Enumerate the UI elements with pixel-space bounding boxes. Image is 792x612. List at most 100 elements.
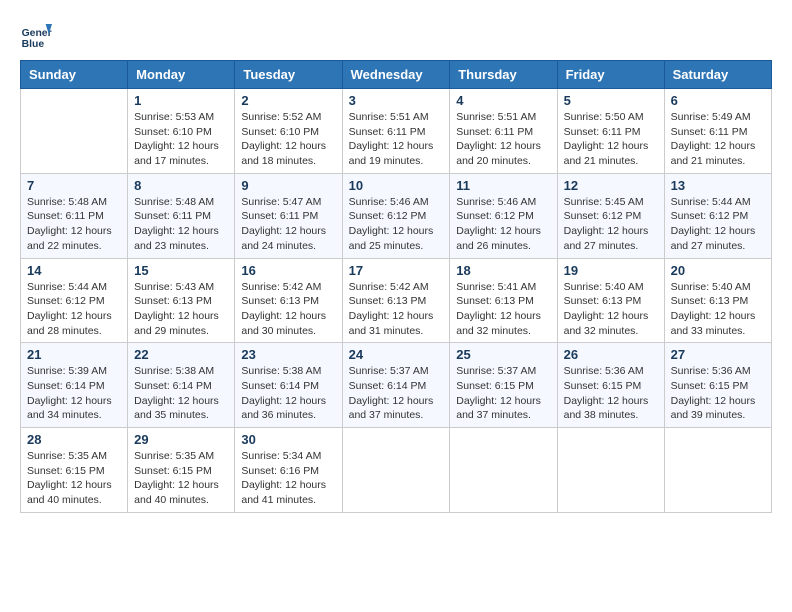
day-number: 24 [349,347,444,362]
day-info: Sunrise: 5:43 AMSunset: 6:13 PMDaylight:… [134,281,219,337]
calendar-cell: 11Sunrise: 5:46 AMSunset: 6:12 PMDayligh… [450,173,557,258]
calendar-week-row: 28 Sunrise: 5:35 AMSunset: 6:15 PMDayligh… [21,428,772,513]
day-info: Sunrise: 5:37 AMSunset: 6:15 PMDaylight:… [456,365,541,421]
day-number: 1 [134,93,228,108]
day-info: Sunrise: 5:51 AMSunset: 6:11 PMDaylight:… [349,111,434,167]
day-info: Sunrise: 5:53 AMSunset: 6:10 PMDaylight:… [134,111,219,167]
calendar-cell: 22 Sunrise: 5:38 AMSunset: 6:14 PMDayligh… [128,343,235,428]
calendar-cell: 17 Sunrise: 5:42 AMSunset: 6:13 PMDayligh… [342,258,450,343]
calendar-cell [342,428,450,513]
calendar-cell: 5Sunrise: 5:50 AMSunset: 6:11 PMDaylight… [557,89,664,174]
calendar-cell: 30 Sunrise: 5:34 AMSunset: 6:16 PMDayligh… [235,428,342,513]
calendar-cell: 15 Sunrise: 5:43 AMSunset: 6:13 PMDayligh… [128,258,235,343]
day-info: Sunrise: 5:38 AMSunset: 6:14 PMDaylight:… [134,365,219,421]
calendar-cell: 6 Sunrise: 5:49 AMSunset: 6:11 PMDaylight… [664,89,771,174]
calendar-cell: 8 Sunrise: 5:48 AMSunset: 6:11 PMDaylight… [128,173,235,258]
calendar-week-row: 14Sunrise: 5:44 AMSunset: 6:12 PMDayligh… [21,258,772,343]
day-number: 29 [134,432,228,447]
day-number: 17 [349,263,444,278]
day-info: Sunrise: 5:39 AMSunset: 6:14 PMDaylight:… [27,365,112,421]
calendar-cell: 4 Sunrise: 5:51 AMSunset: 6:11 PMDaylight… [450,89,557,174]
calendar-cell: 7 Sunrise: 5:48 AMSunset: 6:11 PMDaylight… [21,173,128,258]
day-number: 2 [241,93,335,108]
calendar-week-row: 7 Sunrise: 5:48 AMSunset: 6:11 PMDaylight… [21,173,772,258]
calendar-table: SundayMondayTuesdayWednesdayThursdayFrid… [20,60,772,513]
calendar-cell: 21 Sunrise: 5:39 AMSunset: 6:14 PMDayligh… [21,343,128,428]
calendar-cell: 25 Sunrise: 5:37 AMSunset: 6:15 PMDayligh… [450,343,557,428]
day-info: Sunrise: 5:44 AMSunset: 6:12 PMDaylight:… [27,281,112,337]
day-info: Sunrise: 5:34 AMSunset: 6:16 PMDaylight:… [241,450,326,506]
day-number: 15 [134,263,228,278]
calendar-cell: 20Sunrise: 5:40 AMSunset: 6:13 PMDayligh… [664,258,771,343]
day-number: 26 [564,347,658,362]
day-number: 28 [27,432,121,447]
header-wednesday: Wednesday [342,61,450,89]
calendar-cell: 12 Sunrise: 5:45 AMSunset: 6:12 PMDayligh… [557,173,664,258]
day-number: 12 [564,178,658,193]
calendar-header-row: SundayMondayTuesdayWednesdayThursdayFrid… [21,61,772,89]
day-info: Sunrise: 5:35 AMSunset: 6:15 PMDaylight:… [134,450,219,506]
day-number: 6 [671,93,765,108]
calendar-cell: 18 Sunrise: 5:41 AMSunset: 6:13 PMDayligh… [450,258,557,343]
calendar-cell: 3 Sunrise: 5:51 AMSunset: 6:11 PMDaylight… [342,89,450,174]
day-number: 5 [564,93,658,108]
header-monday: Monday [128,61,235,89]
day-info: Sunrise: 5:44 AMSunset: 6:12 PMDaylight:… [671,196,756,252]
day-number: 21 [27,347,121,362]
calendar-cell: 1 Sunrise: 5:53 AMSunset: 6:10 PMDaylight… [128,89,235,174]
page-header: General Blue [20,20,772,52]
header-tuesday: Tuesday [235,61,342,89]
day-info: Sunrise: 5:40 AMSunset: 6:13 PMDaylight:… [564,281,649,337]
calendar-cell: 10 Sunrise: 5:46 AMSunset: 6:12 PMDayligh… [342,173,450,258]
calendar-week-row: 1 Sunrise: 5:53 AMSunset: 6:10 PMDaylight… [21,89,772,174]
svg-text:Blue: Blue [22,39,45,50]
day-number: 7 [27,178,121,193]
day-number: 11 [456,178,550,193]
calendar-cell: 28 Sunrise: 5:35 AMSunset: 6:15 PMDayligh… [21,428,128,513]
calendar-week-row: 21 Sunrise: 5:39 AMSunset: 6:14 PMDayligh… [21,343,772,428]
day-info: Sunrise: 5:37 AMSunset: 6:14 PMDaylight:… [349,365,434,421]
day-info: Sunrise: 5:36 AMSunset: 6:15 PMDaylight:… [671,365,756,421]
day-number: 8 [134,178,228,193]
day-number: 25 [456,347,550,362]
day-number: 27 [671,347,765,362]
calendar-cell: 16 Sunrise: 5:42 AMSunset: 6:13 PMDayligh… [235,258,342,343]
calendar-cell [21,89,128,174]
day-number: 16 [241,263,335,278]
day-info: Sunrise: 5:51 AMSunset: 6:11 PMDaylight:… [456,111,541,167]
day-info: Sunrise: 5:35 AMSunset: 6:15 PMDaylight:… [27,450,112,506]
header-sunday: Sunday [21,61,128,89]
calendar-cell: 23Sunrise: 5:38 AMSunset: 6:14 PMDayligh… [235,343,342,428]
calendar-cell [450,428,557,513]
day-info: Sunrise: 5:42 AMSunset: 6:13 PMDaylight:… [349,281,434,337]
day-number: 9 [241,178,335,193]
calendar-cell: 13 Sunrise: 5:44 AMSunset: 6:12 PMDayligh… [664,173,771,258]
day-number: 10 [349,178,444,193]
day-info: Sunrise: 5:48 AMSunset: 6:11 PMDaylight:… [134,196,219,252]
calendar-cell [664,428,771,513]
day-number: 3 [349,93,444,108]
logo-icon: General Blue [20,20,52,52]
day-number: 22 [134,347,228,362]
day-number: 18 [456,263,550,278]
header-thursday: Thursday [450,61,557,89]
day-info: Sunrise: 5:46 AMSunset: 6:12 PMDaylight:… [349,196,434,252]
day-info: Sunrise: 5:47 AMSunset: 6:11 PMDaylight:… [241,196,326,252]
calendar-cell: 29 Sunrise: 5:35 AMSunset: 6:15 PMDayligh… [128,428,235,513]
day-info: Sunrise: 5:48 AMSunset: 6:11 PMDaylight:… [27,196,112,252]
day-info: Sunrise: 5:41 AMSunset: 6:13 PMDaylight:… [456,281,541,337]
day-info: Sunrise: 5:52 AMSunset: 6:10 PMDaylight:… [241,111,326,167]
day-number: 13 [671,178,765,193]
day-info: Sunrise: 5:42 AMSunset: 6:13 PMDaylight:… [241,281,326,337]
day-info: Sunrise: 5:40 AMSunset: 6:13 PMDaylight:… [671,281,756,337]
day-info: Sunrise: 5:36 AMSunset: 6:15 PMDaylight:… [564,365,649,421]
calendar-cell: 26 Sunrise: 5:36 AMSunset: 6:15 PMDayligh… [557,343,664,428]
day-info: Sunrise: 5:45 AMSunset: 6:12 PMDaylight:… [564,196,649,252]
day-info: Sunrise: 5:49 AMSunset: 6:11 PMDaylight:… [671,111,756,167]
logo: General Blue [20,20,56,52]
calendar-cell: 14Sunrise: 5:44 AMSunset: 6:12 PMDayligh… [21,258,128,343]
day-number: 30 [241,432,335,447]
day-number: 23 [241,347,335,362]
day-number: 4 [456,93,550,108]
header-saturday: Saturday [664,61,771,89]
